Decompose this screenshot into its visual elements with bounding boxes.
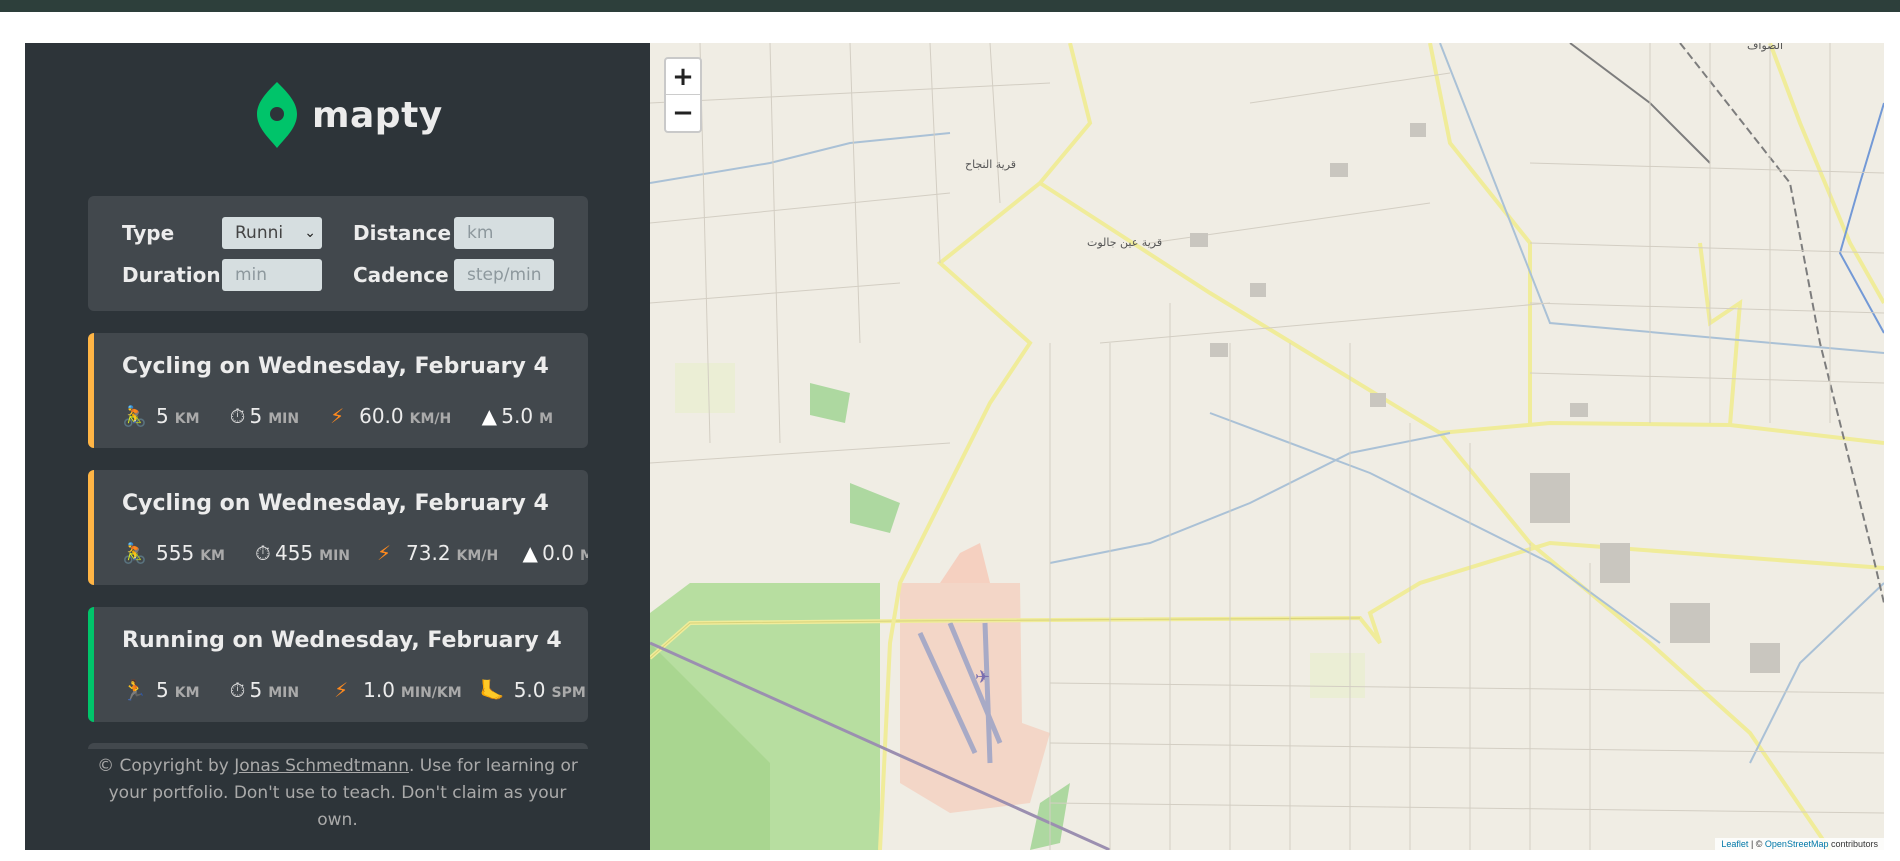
- form-row-1: Type Runni ⌄ Distance km: [122, 216, 554, 250]
- workout-stat-duration: ⏱ 5 min: [226, 678, 300, 702]
- stat-value: 455: [274, 541, 314, 565]
- workout-title: Cycling on Wednesday, February 4: [122, 491, 549, 516]
- leaflet-link[interactable]: Leaflet: [1721, 839, 1748, 849]
- stopwatch-icon: ⏱: [229, 404, 246, 428]
- stat-value: 555: [156, 541, 195, 565]
- zoom-out-button[interactable]: −: [666, 95, 700, 131]
- stat-unit: spm: [551, 685, 586, 701]
- cadence-placeholder: step/min: [467, 265, 542, 285]
- workout-card[interactable]: Cycling on Wednesday, February 4 🚴 5 km …: [88, 333, 588, 448]
- workout-card[interactable]: Cycling on Wednesday, February 4 🚴 555 k…: [88, 470, 588, 585]
- stat-value: 5: [156, 678, 169, 702]
- stat-value: 5.0: [513, 678, 546, 702]
- workout-stat-distance: 🚴 5 km: [122, 404, 200, 428]
- workout-stat-speed: ⚡ 73.2 km/h: [372, 541, 498, 565]
- sidebar: mapty Type Runni ⌄ Distance km Duration …: [25, 43, 650, 850]
- workout-stat-pace: ⚡ 1.0 min/km: [329, 678, 462, 702]
- zoom-in-button[interactable]: +: [666, 59, 700, 95]
- workout-accent-strip: [88, 607, 94, 722]
- stat-unit: km: [200, 548, 225, 564]
- workout-stat-duration: ⏱ 5 min: [226, 404, 300, 428]
- place-label: قرية عين جالوت: [1087, 236, 1163, 249]
- stat-value: 5: [156, 404, 169, 428]
- lightning-icon: ⚡: [330, 404, 345, 428]
- workout-stats: 🏃 5 km ⏱ 5 min ⚡ 1.0 min/km 🦶 5.0: [122, 675, 588, 705]
- cadence-label: Cadence: [353, 263, 449, 287]
- cadence-input[interactable]: step/min: [454, 259, 554, 291]
- form-row-2: Duration min Cadence step/min: [122, 258, 554, 292]
- duration-input[interactable]: min: [222, 259, 322, 291]
- workout-stat-distance: 🏃 5 km: [122, 678, 200, 702]
- type-label: Type: [122, 221, 175, 245]
- stat-unit: m: [539, 411, 554, 427]
- duration-label: Duration: [122, 263, 221, 287]
- stat-unit: min: [319, 548, 351, 564]
- map-pin-logo-icon: [257, 82, 297, 148]
- workout-stat-elevation: ▲ 0.0 m: [518, 541, 588, 565]
- stat-value: 0.0: [542, 541, 574, 565]
- workout-stats: 🚴 555 km ⏱ 455 min ⚡ 73.2 km/h ▲ 0.0: [122, 538, 588, 568]
- copyright-footer: © Copyright by Jonas Schmedtmann. Use fo…: [25, 749, 650, 834]
- svg-text:✈: ✈: [975, 667, 990, 688]
- workout-stat-cadence: 🦶 5.0 spm: [480, 678, 586, 702]
- author-link[interactable]: Jonas Schmedtmann: [234, 756, 409, 776]
- workout-stats: 🚴 5 km ⏱ 5 min ⚡ 60.0 km/h ▲ 5.0 m: [122, 401, 579, 431]
- workout-stat-speed: ⚡ 60.0 km/h: [325, 404, 451, 428]
- map[interactable]: ✈ قرية النجاح قرية عين جالوت الصواف + − …: [650, 43, 1884, 850]
- copyright-prefix: © Copyright by: [97, 756, 235, 776]
- stopwatch-icon: ⏱: [255, 541, 271, 565]
- stat-value: 5: [249, 404, 263, 428]
- distance-placeholder: km: [467, 223, 494, 243]
- map-attribution: Leaflet | © OpenStreetMap contributors: [1715, 838, 1884, 850]
- stat-unit: min: [268, 411, 300, 427]
- duration-placeholder: min: [235, 265, 268, 285]
- app-container: mapty Type Runni ⌄ Distance km Duration …: [25, 43, 1884, 850]
- stat-value: 5: [249, 678, 263, 702]
- stat-unit: km: [174, 685, 200, 701]
- workout-form: Type Runni ⌄ Distance km Duration min Ca…: [88, 196, 588, 311]
- stat-unit: km/h: [409, 411, 452, 427]
- place-label: قرية النجاح: [965, 158, 1017, 171]
- distance-input[interactable]: km: [454, 217, 554, 249]
- place-label: الصواف: [1747, 43, 1784, 52]
- chevron-down-icon: ⌄: [304, 225, 316, 241]
- mountain-icon: ▲: [481, 404, 497, 428]
- map-tiles: ✈: [650, 43, 1884, 850]
- stat-value: 60.0: [359, 404, 404, 428]
- stat-value: 73.2: [406, 541, 451, 565]
- attribution-suffix: contributors: [1828, 839, 1878, 849]
- distance-label: Distance: [353, 221, 452, 245]
- osm-link[interactable]: OpenStreetMap: [1765, 839, 1829, 849]
- stat-value: 1.0: [363, 678, 395, 702]
- workout-stat-distance: 🚴 555 km: [122, 541, 225, 565]
- workout-accent-strip: [88, 333, 94, 448]
- workout-card[interactable]: Running on Wednesday, February 4 🏃 5 km …: [88, 607, 588, 722]
- mountain-icon: ▲: [522, 541, 538, 565]
- type-select-value: Runni: [235, 223, 284, 243]
- stat-unit: min: [268, 685, 300, 701]
- stat-unit: km: [174, 411, 200, 427]
- lightning-icon: ⚡: [334, 678, 349, 702]
- stat-value: 5.0: [501, 404, 534, 428]
- runner-icon: 🏃: [122, 678, 147, 702]
- workout-accent-strip: [88, 470, 94, 585]
- lightning-icon: ⚡: [376, 541, 392, 565]
- workout-stat-elevation: ▲ 5.0 m: [477, 404, 553, 428]
- cyclist-icon: 🚴: [122, 404, 147, 428]
- top-bar: [0, 0, 1900, 12]
- stat-unit: m: [579, 548, 588, 564]
- logo: mapty: [257, 81, 443, 149]
- workout-title: Running on Wednesday, February 4: [122, 628, 562, 653]
- workout-stat-duration: ⏱ 455 min: [251, 541, 350, 565]
- zoom-control: + −: [664, 57, 702, 133]
- stat-unit: min/km: [400, 685, 462, 701]
- attribution-separator: | ©: [1748, 839, 1765, 849]
- cyclist-icon: 🚴: [122, 541, 147, 565]
- type-select[interactable]: Runni ⌄: [222, 217, 322, 249]
- stopwatch-icon: ⏱: [229, 678, 246, 702]
- app-name: mapty: [312, 94, 443, 136]
- stat-unit: km/h: [456, 548, 499, 564]
- workout-title: Cycling on Wednesday, February 4: [122, 354, 549, 379]
- footprint-icon: 🦶: [479, 678, 505, 702]
